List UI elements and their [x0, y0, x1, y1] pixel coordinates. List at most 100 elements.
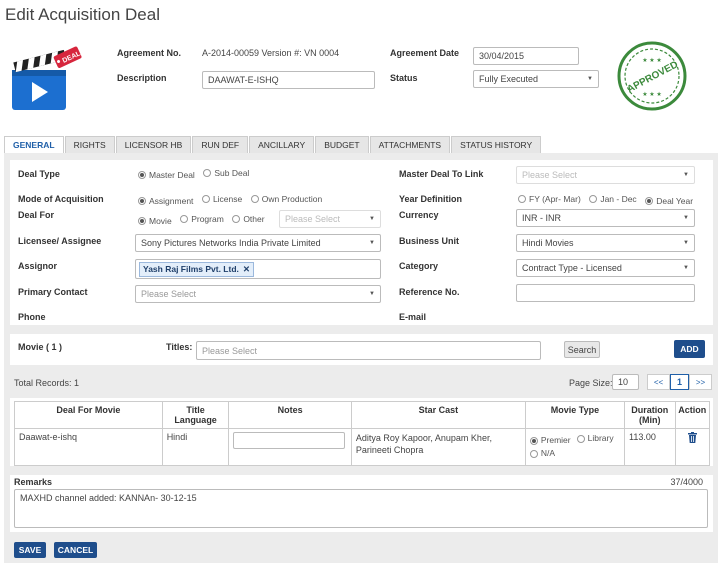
prev-page-button[interactable]: <<: [647, 374, 670, 390]
movie-table-wrapper: Deal For Movie Title Language Notes Star…: [10, 398, 713, 466]
total-records-label: Total Records:: [14, 378, 72, 388]
col-title-language: Title Language: [161, 401, 230, 429]
deal-for-radios: Movie Program Other: [138, 214, 271, 226]
cell-star-cast: Aditya Roy Kapoor, Anupam Kher, Parineet…: [350, 428, 526, 466]
movie-table: Deal For Movie Title Language Notes Star…: [14, 401, 711, 466]
category-value: Contract Type - Licensed: [522, 263, 622, 273]
category-select[interactable]: Contract Type - Licensed ▼: [516, 259, 695, 277]
next-page-button[interactable]: >>: [689, 374, 712, 390]
licensee-select[interactable]: Sony Pictures Networks India Private Lim…: [135, 234, 381, 252]
cell-duration: 113.00: [624, 428, 676, 466]
assignor-tag: Yash Raj Films Pvt. Ltd. ✕: [139, 261, 255, 277]
status-label: Status: [390, 73, 418, 83]
radio-license[interactable]: License: [201, 194, 242, 204]
radio-master-deal[interactable]: Master Deal: [138, 170, 195, 180]
add-button[interactable]: ADD: [674, 340, 705, 358]
agreement-no-label: Agreement No.: [117, 48, 182, 58]
tab-bar: GENERAL RIGHTS LICENSOR HB RUN DEF ANCIL…: [4, 136, 542, 153]
current-page-button[interactable]: 1: [670, 374, 689, 390]
remove-tag-icon[interactable]: ✕: [243, 264, 250, 275]
business-unit-value: Hindi Movies: [522, 238, 574, 248]
remarks-section: Remarks 37/4000 MAXHD channel added: KAN…: [10, 475, 713, 532]
reference-label: Reference No.: [399, 287, 460, 297]
radio-deal-year[interactable]: Deal Year: [645, 196, 693, 206]
remarks-counter: 37/4000: [670, 477, 703, 487]
remarks-label: Remarks: [14, 477, 53, 487]
remarks-textarea[interactable]: MAXHD channel added: KANNAn- 30-12-15: [14, 489, 708, 528]
pagination: << 1 >>: [647, 374, 712, 390]
tab-ancillary[interactable]: ANCILLARY: [249, 136, 315, 153]
cell-action: [674, 428, 711, 466]
table-row: Daawat-e-ishq Hindi Aditya Roy Kapoor, A…: [14, 428, 711, 466]
primary-contact-select[interactable]: Please Select ▼: [135, 285, 381, 303]
deal-for-label: Deal For: [18, 210, 55, 220]
business-unit-label: Business Unit: [399, 236, 460, 246]
radio-assignment[interactable]: Assignment: [138, 196, 193, 206]
master-deal-placeholder: Please Select: [522, 170, 578, 180]
search-button[interactable]: Search: [564, 341, 600, 358]
year-def-label: Year Definition: [399, 194, 463, 204]
page-size-input[interactable]: 10: [612, 374, 639, 390]
status-select[interactable]: Fully Executed ▼: [473, 70, 599, 88]
radio-fy[interactable]: FY (Apr- Mar): [518, 194, 581, 204]
col-notes: Notes: [228, 401, 352, 429]
agreement-no-value: A-2014-00059 Version #: VN 0004: [202, 48, 340, 58]
radio-na[interactable]: N/A: [529, 447, 555, 460]
licensee-label: Licensee/ Assignee: [18, 236, 102, 246]
chevron-down-icon: ▼: [683, 172, 689, 178]
business-unit-select[interactable]: Hindi Movies ▼: [516, 234, 695, 252]
tab-status-history[interactable]: STATUS HISTORY: [451, 136, 542, 153]
table-header-row: Deal For Movie Title Language Notes Star…: [14, 401, 711, 429]
titles-input[interactable]: Please Select: [196, 341, 541, 360]
titles-placeholder: Please Select: [202, 345, 258, 356]
radio-sub-deal[interactable]: Sub Deal: [203, 168, 249, 178]
master-deal-select[interactable]: Please Select ▼: [516, 166, 695, 184]
year-def-radios: FY (Apr- Mar) Jan - Dec Deal Year: [518, 194, 699, 206]
radio-own-production[interactable]: Own Production: [250, 194, 322, 204]
radio-program[interactable]: Program: [180, 214, 224, 224]
status-select-value: Fully Executed: [479, 74, 539, 84]
radio-library[interactable]: Library: [576, 432, 614, 445]
col-action: Action: [674, 401, 711, 429]
description-input[interactable]: DAAWAT-E-ISHQ: [202, 71, 375, 89]
col-deal-for-movie: Deal For Movie: [14, 401, 163, 429]
currency-select[interactable]: INR - INR ▼: [516, 209, 695, 227]
chevron-down-icon: ▼: [683, 240, 689, 246]
radio-movie[interactable]: Movie: [138, 216, 172, 226]
tab-rights[interactable]: RIGHTS: [64, 136, 115, 153]
email-label: E-mail: [399, 312, 427, 322]
save-button[interactable]: SAVE: [14, 542, 46, 558]
assignor-label: Assignor: [18, 261, 58, 271]
assignor-multiselect[interactable]: Yash Raj Films Pvt. Ltd. ✕: [135, 259, 381, 279]
tab-budget[interactable]: BUDGET: [315, 136, 369, 153]
notes-input[interactable]: [233, 432, 346, 449]
tab-attachments[interactable]: ATTACHMENTS: [369, 136, 451, 153]
chevron-down-icon: ▼: [369, 291, 375, 297]
chevron-down-icon: ▼: [369, 216, 375, 222]
primary-contact-placeholder: Please Select: [141, 289, 197, 299]
deal-type-radios: Master Deal Sub Deal: [138, 168, 255, 180]
tab-run-def[interactable]: RUN DEF: [192, 136, 249, 153]
cell-notes: [228, 428, 352, 466]
reference-input[interactable]: [516, 284, 695, 302]
total-records-value: 1: [74, 378, 80, 388]
category-label: Category: [399, 261, 439, 271]
phone-label: Phone: [18, 312, 46, 322]
radio-premier[interactable]: Premier: [529, 434, 571, 447]
approved-stamp: APPROVED ★ ★ ★ ★ ★ ★: [616, 40, 688, 112]
radio-jan-dec[interactable]: Jan - Dec: [589, 194, 637, 204]
deal-header: DEAL Agreement No. A-2014-00059 Version …: [4, 34, 718, 122]
clapperboard-icon: DEAL: [10, 40, 84, 116]
agreement-date-input[interactable]: 30/04/2015: [473, 47, 579, 65]
mode-label: Mode of Acquisition: [18, 194, 104, 204]
deal-for-other-placeholder: Please Select: [285, 214, 341, 224]
trash-icon[interactable]: [687, 432, 697, 445]
radio-other[interactable]: Other: [232, 214, 265, 224]
tab-general[interactable]: GENERAL: [4, 136, 64, 153]
currency-value: INR - INR: [522, 213, 561, 223]
master-deal-label: Master Deal To Link: [399, 169, 484, 179]
cancel-button[interactable]: CANCEL: [54, 542, 97, 558]
tab-licensor-hb[interactable]: LICENSOR HB: [115, 136, 192, 153]
agreement-date-label: Agreement Date: [390, 48, 460, 58]
deal-for-other-select[interactable]: Please Select ▼: [279, 210, 381, 228]
